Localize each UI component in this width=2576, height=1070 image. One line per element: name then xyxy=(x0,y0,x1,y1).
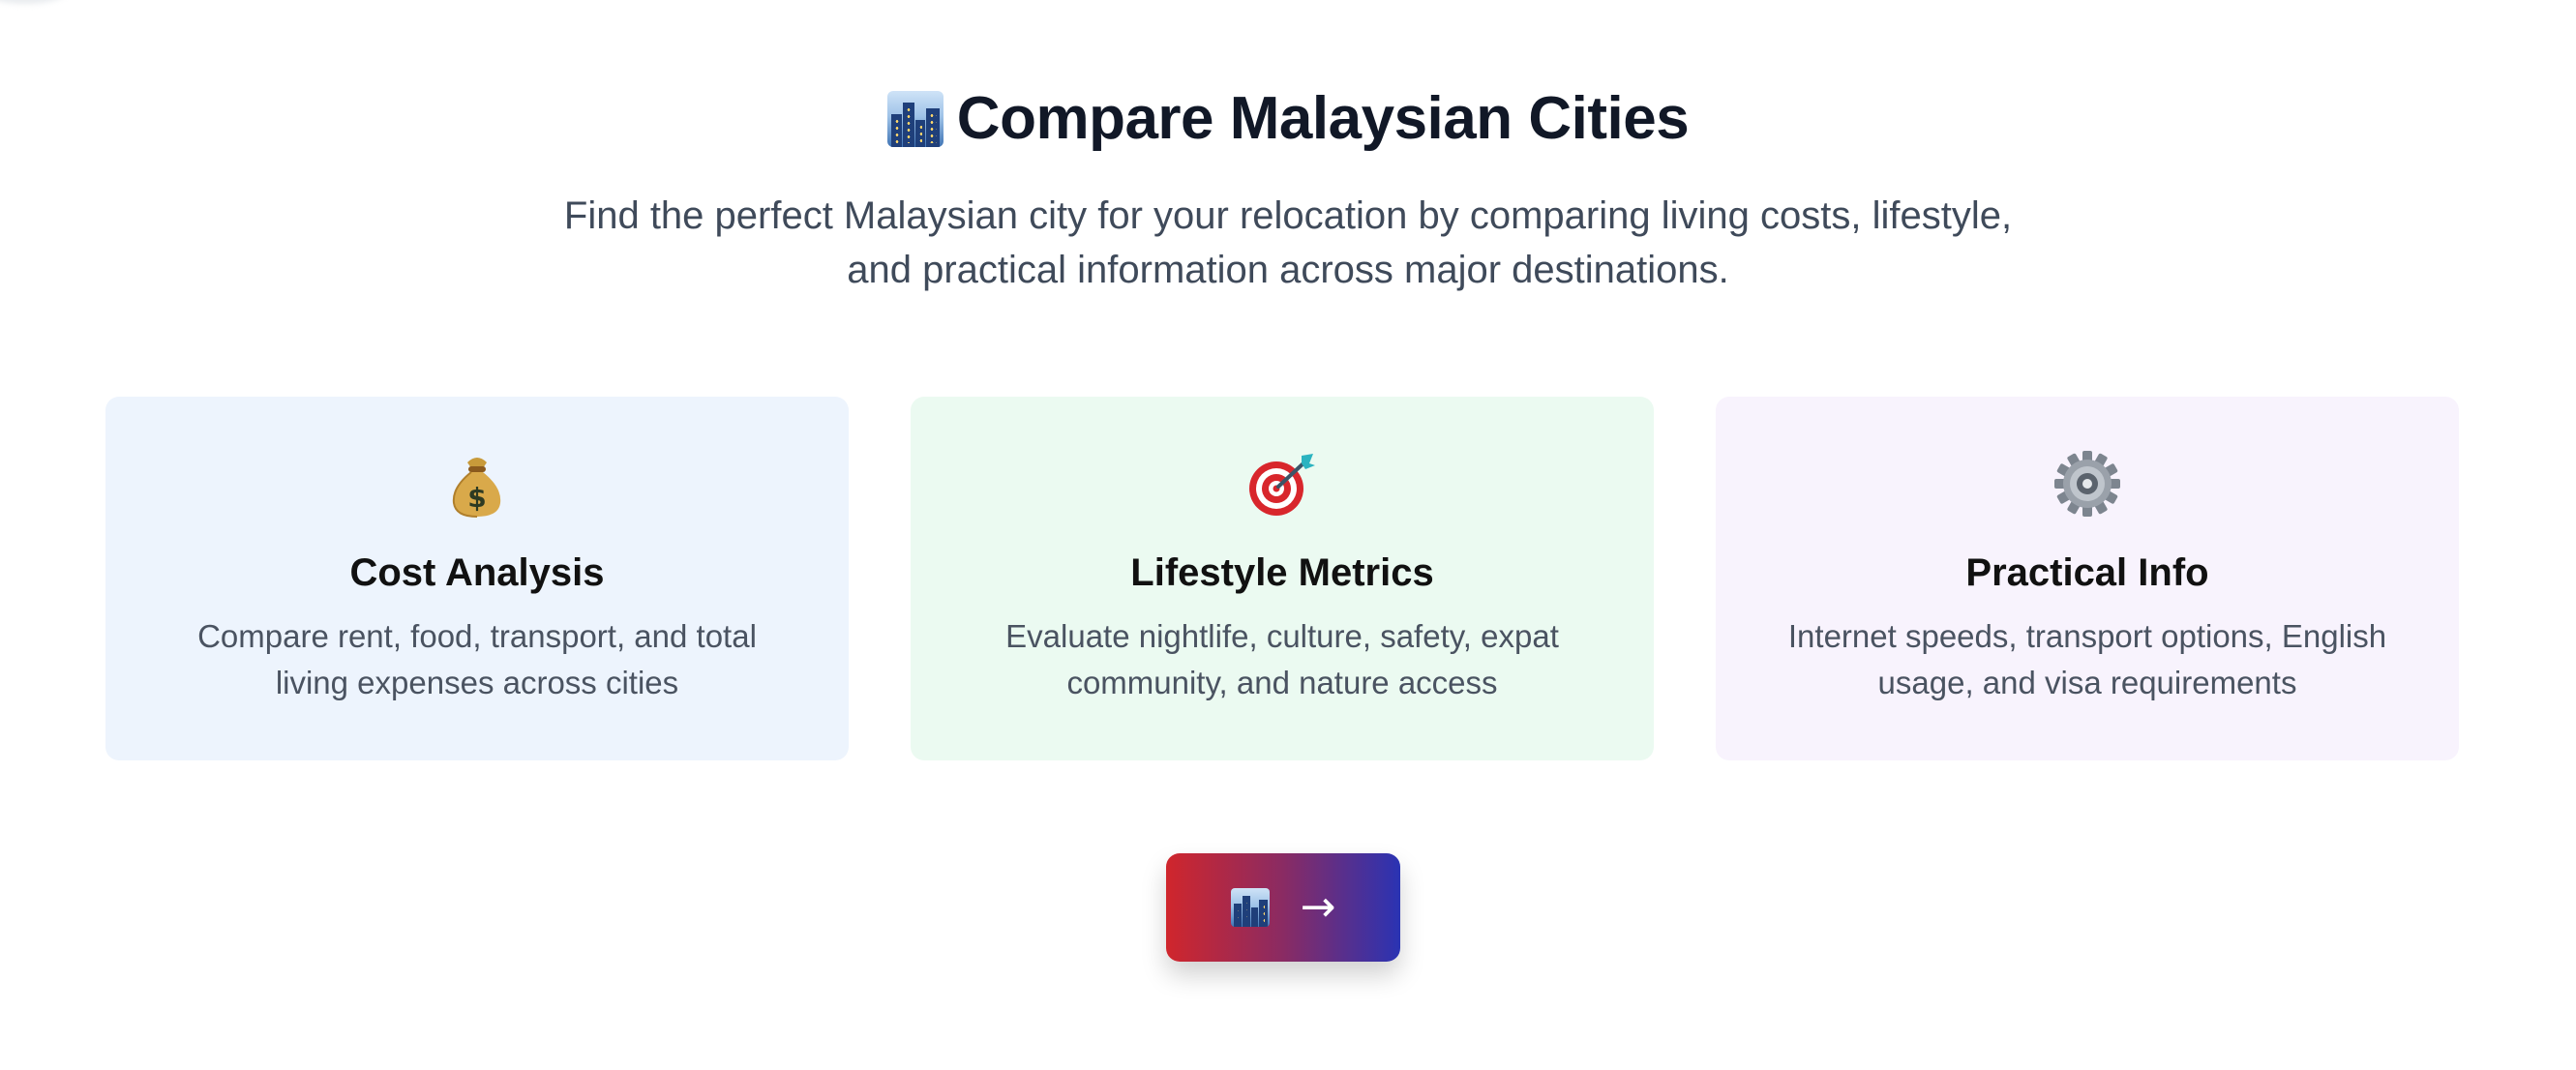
card-description: Compare rent, food, transport, and total… xyxy=(197,618,757,700)
card-title: Lifestyle Metrics xyxy=(1130,551,1434,594)
target-icon xyxy=(911,447,1654,520)
feature-card-cost-analysis: $ Cost Analysis Compare rent, food, tran… xyxy=(105,397,849,760)
money-bag-icon: $ xyxy=(105,447,849,520)
feature-cards: $ Cost Analysis Compare rent, food, tran… xyxy=(105,397,2459,760)
gear-icon xyxy=(1716,447,2459,520)
card-title: Practical Info xyxy=(1965,551,2209,594)
arrow-right-icon: → xyxy=(1300,882,1336,932)
city-skyline-icon xyxy=(886,91,944,147)
corner-decoration xyxy=(0,0,70,4)
page-title-text: Compare Malaysian Cities xyxy=(956,85,1690,152)
card-description: Internet speeds, transport options, Engl… xyxy=(1787,618,2387,700)
page: Compare Malaysian Cities Find the perfec… xyxy=(0,0,2576,1070)
card-title: Cost Analysis xyxy=(349,551,605,594)
svg-text:$: $ xyxy=(467,482,486,514)
card-description: Evaluate nightlife, culture, safety, exp… xyxy=(1005,618,1559,700)
compare-cities-button[interactable]: → xyxy=(1166,853,1400,962)
feature-card-practical-info: Practical Info Internet speeds, transpor… xyxy=(1716,397,2459,760)
city-skyline-icon xyxy=(1230,888,1270,927)
feature-card-lifestyle-metrics: Lifestyle Metrics Evaluate nightlife, cu… xyxy=(911,397,1654,760)
page-title: Compare Malaysian Cities xyxy=(886,85,1690,152)
hero-section: Compare Malaysian Cities Find the perfec… xyxy=(0,89,2576,297)
page-subtitle: Find the perfect Malaysian city for your… xyxy=(563,194,2013,291)
